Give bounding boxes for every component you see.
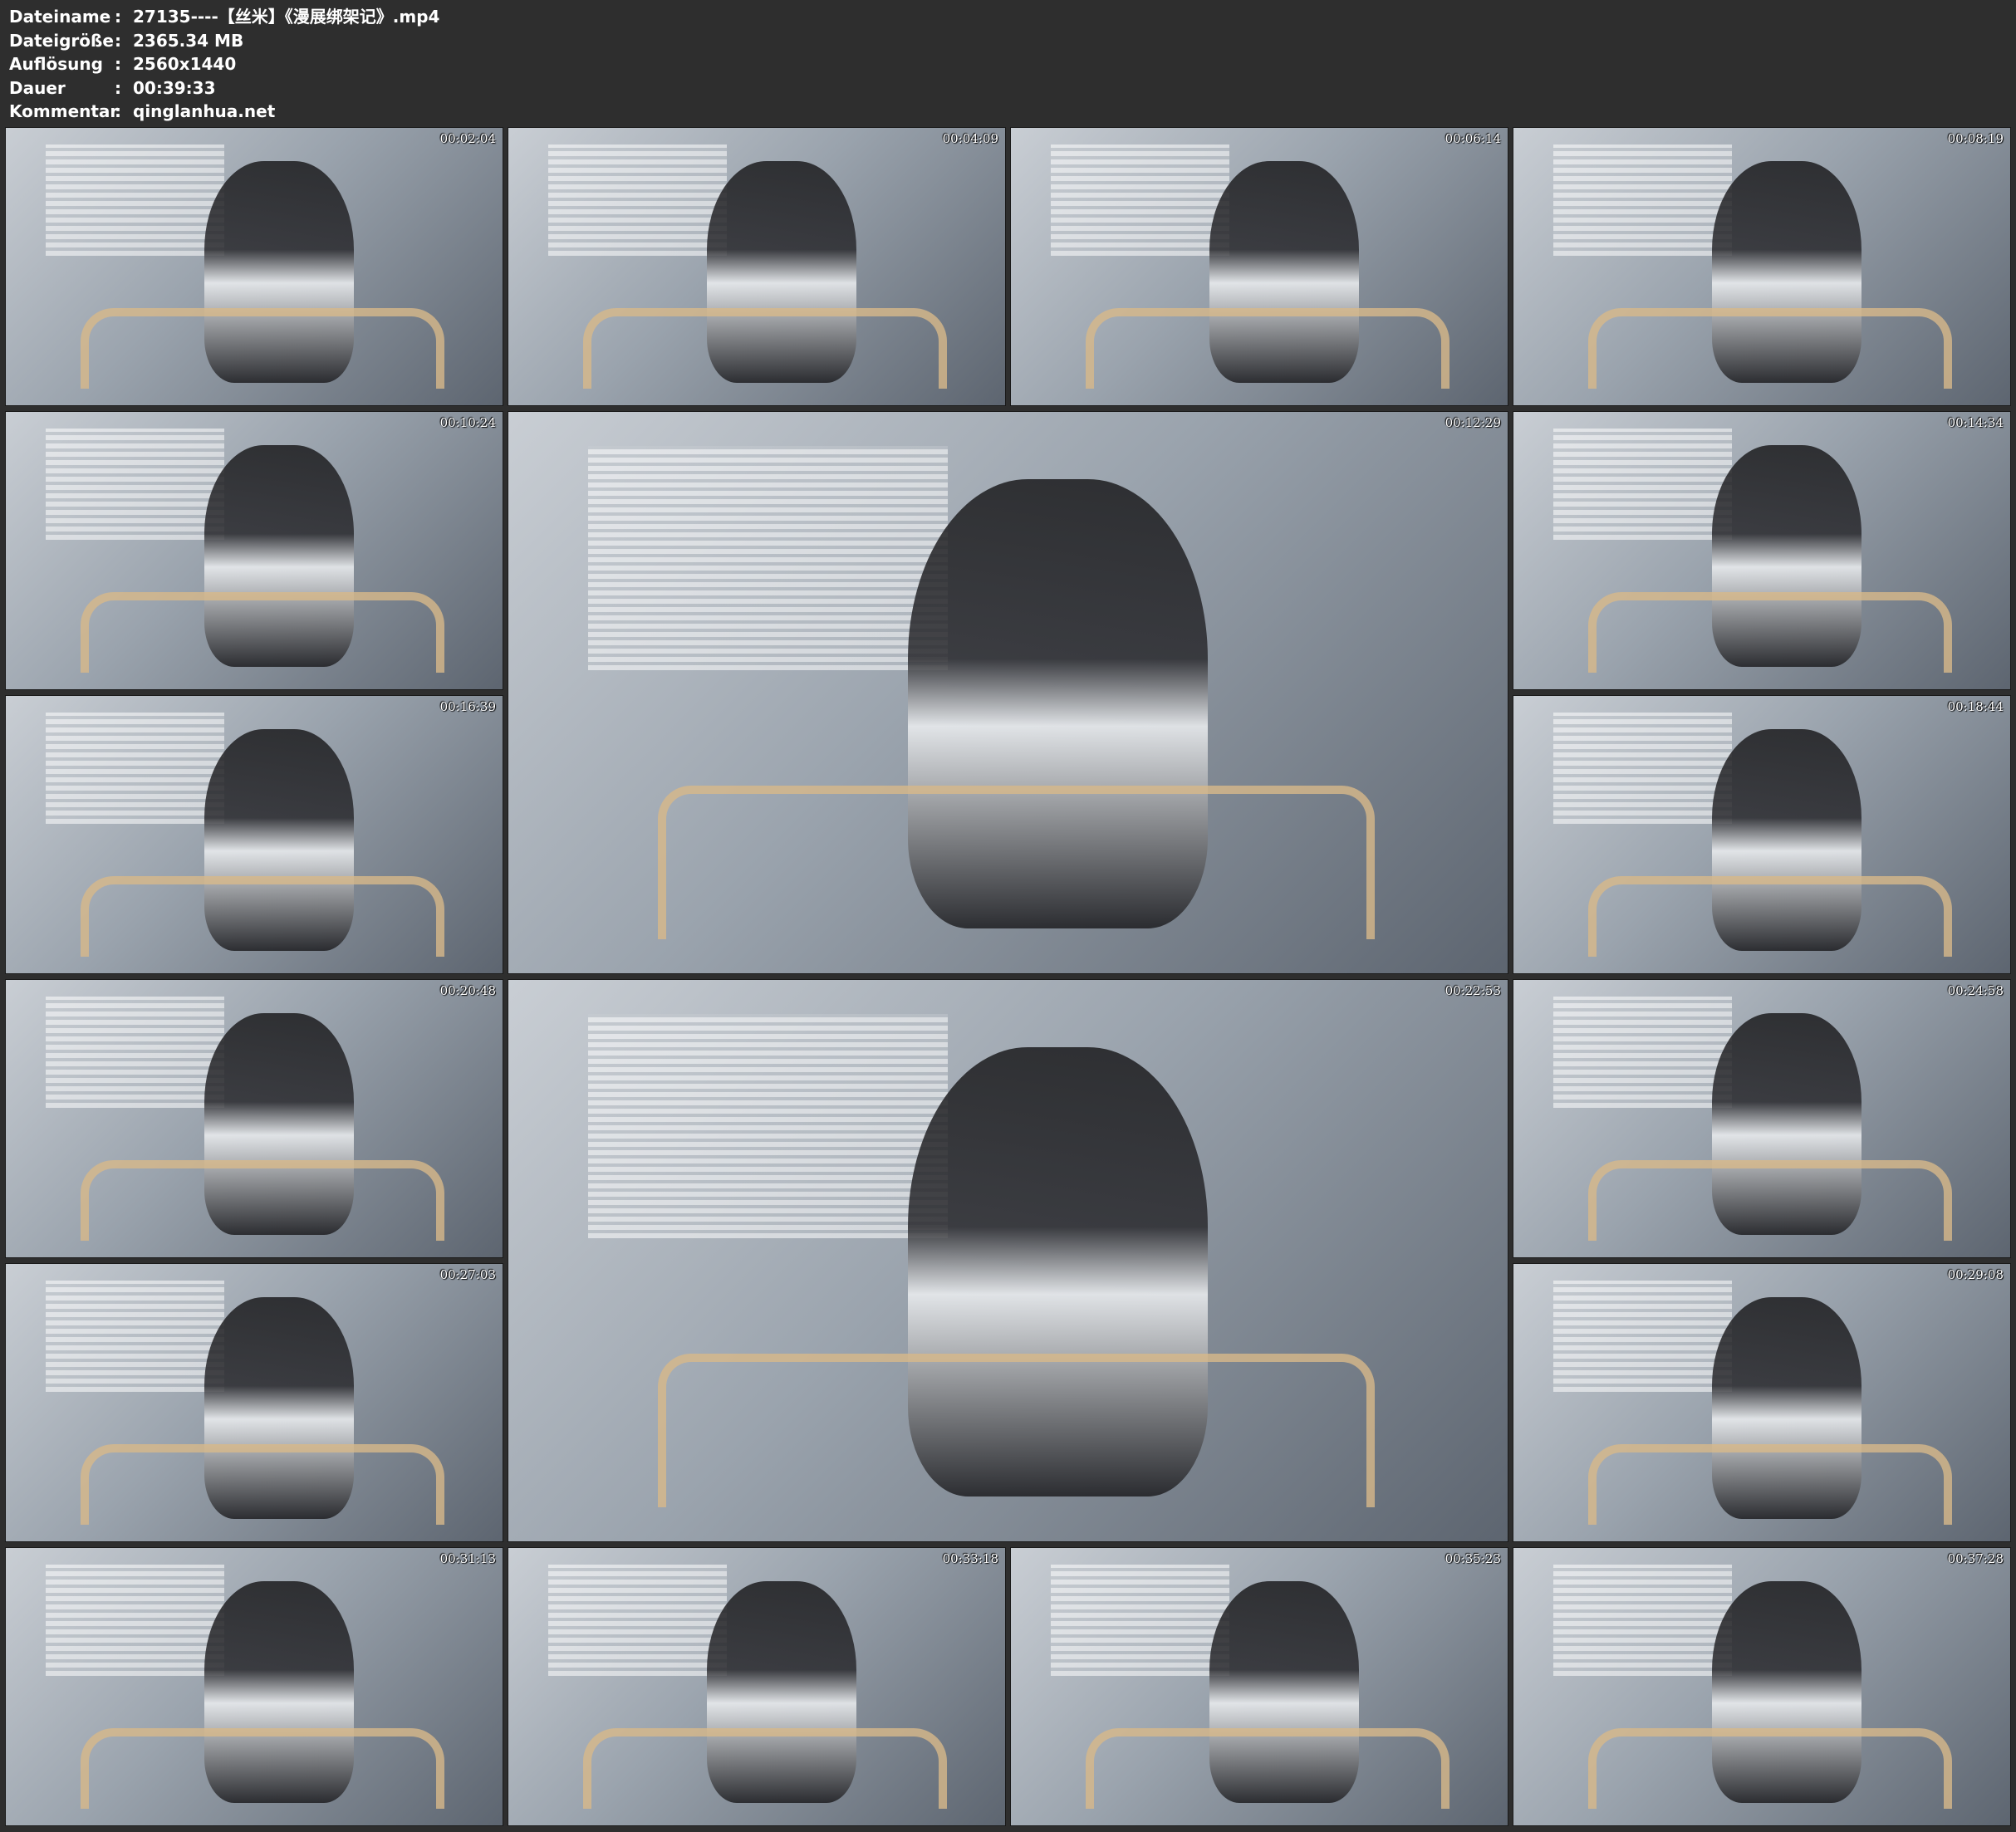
thumbnail: 00:20:48 [5,979,503,1258]
thumbnail-timestamp: 00:02:04 [439,131,496,146]
thumbnail: 00:35:23 [1010,1547,1508,1826]
thumbnail: 00:06:14 [1010,127,1508,406]
thumbnail: 00:33:18 [508,1547,1006,1826]
thumbnail-timestamp: 00:06:14 [1445,131,1501,146]
thumbnail-timestamp: 00:14:34 [1947,415,2004,430]
thumbnail-image [1513,412,2010,689]
info-value: 00:39:33 [133,77,216,98]
thumbnail: 00:31:13 [5,1547,503,1826]
info-row-filename: Dateiname : 27135----【丝米】《漫展绑架记》.mp4 [9,5,439,29]
thumbnail-timestamp: 00:29:08 [1947,1267,2004,1282]
info-separator: : [115,77,121,98]
info-value: qinglanhua.net [133,101,276,121]
thumbnail-image [508,412,1508,973]
thumbnail-timestamp: 00:08:19 [1947,131,2004,146]
thumbnail-image [508,980,1508,1541]
thumbnail-image [508,128,1005,405]
thumbnail-image [1513,696,2010,973]
info-value: 2560x1440 [133,54,237,74]
file-info: Dateiname : 27135----【丝米】《漫展绑架记》.mp4 Dat… [9,5,439,124]
thumbnail-image [1513,1548,2010,1825]
info-label: Kommentar [9,101,119,121]
thumbnail-timestamp: 00:18:44 [1947,699,2004,714]
info-label: Dateigröße [9,30,114,51]
info-row-resolution: Auflösung : 2560x1440 [9,52,439,76]
thumbnail-timestamp: 00:35:23 [1445,1551,1501,1566]
thumbnail: 00:16:39 [5,695,503,974]
thumbnail: 00:24:58 [1513,979,2011,1258]
thumbnail: 00:02:04 [5,127,503,406]
thumbnail-large: 00:22:53 [508,979,1508,1542]
info-separator: : [115,54,121,74]
thumbnail-timestamp: 00:20:48 [439,983,496,998]
thumbnail-timestamp: 00:22:53 [1445,983,1501,998]
thumbnail-image [6,128,503,405]
info-value: 2365.34 MB [133,30,244,51]
info-row-duration: Dauer : 00:39:33 [9,76,439,100]
info-separator: : [115,30,121,51]
thumbnail-timestamp: 00:27:03 [439,1267,496,1282]
thumbnail-image [6,412,503,689]
info-separator: : [115,7,121,27]
thumbnail: 00:04:09 [508,127,1006,406]
thumbnail-image [1513,980,2010,1257]
thumbnail-timestamp: 00:12:29 [1445,415,1501,430]
thumbnail-image [6,1548,503,1825]
thumbnail-image [6,696,503,973]
thumbnail-timestamp: 00:33:18 [942,1551,998,1566]
info-value: 27135----【丝米】《漫展绑架记》.mp4 [133,7,440,27]
thumbnail-image [1513,1264,2010,1541]
thumbnail-timestamp: 00:37:28 [1947,1551,2004,1566]
thumbnail: 00:14:34 [1513,411,2011,690]
thumbnail: 00:08:19 [1513,127,2011,406]
thumbnail: 00:18:44 [1513,695,2011,974]
thumbnail: 00:29:08 [1513,1263,2011,1542]
thumbnail: 00:10:24 [5,411,503,690]
thumbnail-image [1513,128,2010,405]
thumbnail-timestamp: 00:04:09 [942,131,998,146]
thumbnail-timestamp: 00:24:58 [1947,983,2004,998]
thumbnail-image [6,980,503,1257]
info-row-filesize: Dateigröße : 2365.34 MB [9,29,439,53]
thumbnail-timestamp: 00:16:39 [439,699,496,714]
info-row-comment: Kommentar : qinglanhua.net [9,100,439,124]
thumbnail: 00:37:28 [1513,1547,2011,1826]
thumbnail-image [1011,1548,1508,1825]
thumbnail-timestamp: 00:10:24 [439,415,496,430]
info-label: Dauer [9,77,66,98]
thumbnail-large: 00:12:29 [508,411,1508,974]
thumbnail-image [1011,128,1508,405]
thumbnail: 00:27:03 [5,1263,503,1542]
info-label: Auflösung [9,54,103,74]
thumbnail-image [6,1264,503,1541]
info-separator: : [115,101,121,121]
info-label: Dateiname [9,7,111,27]
thumbnail-timestamp: 00:31:13 [439,1551,496,1566]
thumbnail-image [508,1548,1005,1825]
